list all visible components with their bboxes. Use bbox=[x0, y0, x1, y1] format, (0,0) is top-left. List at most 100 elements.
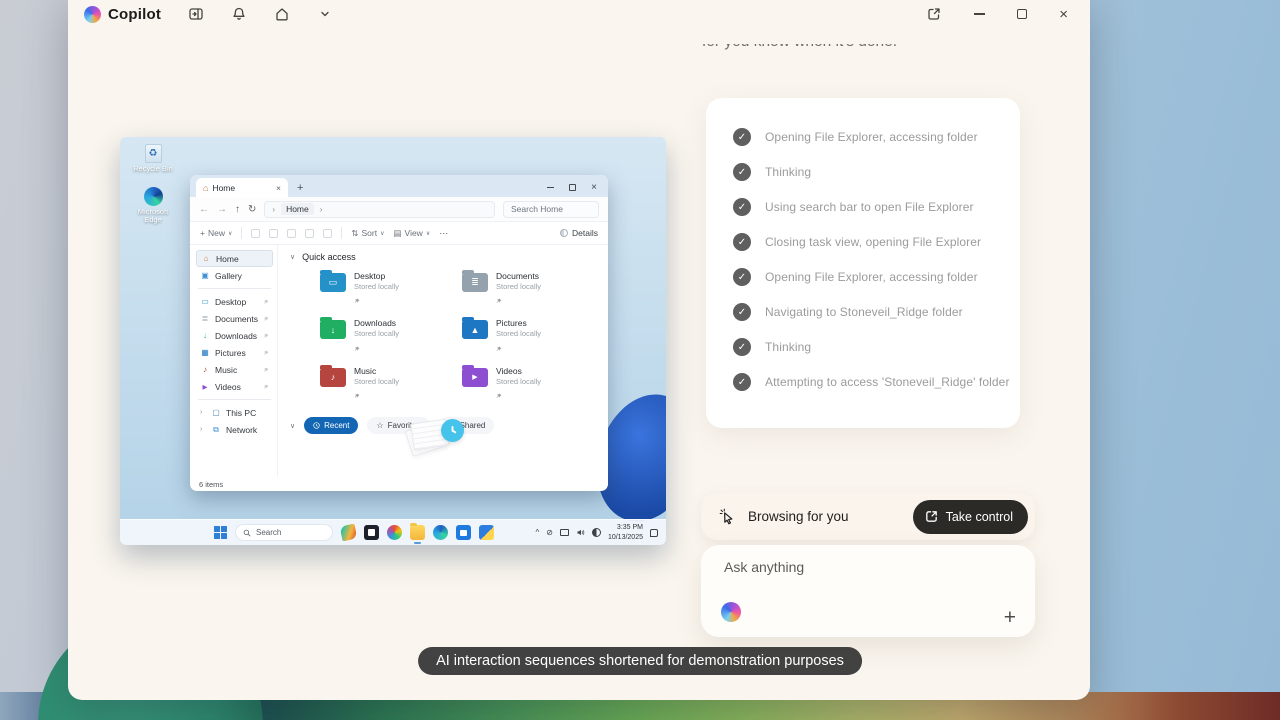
pin-icon bbox=[354, 393, 360, 399]
sidebar-item-desktop: ▭ Desktop bbox=[196, 293, 273, 310]
sidebar-item-pictures: ▦ Pictures bbox=[196, 344, 273, 361]
check-icon: ✓ bbox=[733, 163, 751, 181]
explorer-minimize bbox=[547, 187, 554, 188]
tray-status-icon: ⊘ bbox=[546, 528, 553, 537]
tab-home-icon: ⌂ bbox=[203, 183, 208, 193]
file-explorer-window: ⌂ Home × + × ← → ↑ ↻ bbox=[190, 175, 608, 491]
check-icon: ✓ bbox=[733, 268, 751, 286]
task-step: ✓ Navigating to Stoneveil_Ridge folder bbox=[733, 303, 998, 321]
pin-icon bbox=[496, 393, 502, 399]
clock-badge-icon bbox=[441, 419, 464, 442]
cut-icon bbox=[251, 229, 260, 238]
copilot-logo-icon bbox=[84, 6, 101, 23]
notification-center-icon bbox=[650, 529, 658, 537]
sort-menu: ⇅ Sort ∨ bbox=[351, 228, 384, 239]
composer-card: + bbox=[701, 545, 1035, 637]
maximize-button[interactable] bbox=[1017, 9, 1027, 19]
speaker-icon bbox=[576, 528, 585, 537]
sidebar-toggle-icon[interactable] bbox=[187, 6, 204, 23]
qa-videos: ▶ VideosStored locally bbox=[462, 366, 598, 404]
quick-access-header: ∨ Quick access bbox=[290, 252, 598, 262]
explorer-window-controls: × bbox=[547, 183, 600, 193]
breadcrumb: Home bbox=[281, 203, 314, 215]
delete-icon bbox=[323, 229, 332, 238]
pin-icon bbox=[263, 384, 269, 390]
battery-icon bbox=[592, 528, 601, 537]
details-toggle-icon bbox=[560, 229, 568, 237]
edge-taskbar-icon bbox=[433, 525, 448, 540]
sidebar-item-this-pc: › ▢ This PC bbox=[196, 404, 273, 421]
task-step: ✓ Closing task view, opening File Explor… bbox=[733, 233, 998, 251]
copilot-window: Copilot × for you bbox=[68, 0, 1090, 700]
check-icon: ✓ bbox=[733, 128, 751, 146]
pin-icon bbox=[263, 367, 269, 373]
minimize-button[interactable] bbox=[974, 13, 985, 14]
caption-pill: AI interaction sequences shortened for d… bbox=[418, 647, 862, 675]
agent-status-label: Browsing for you bbox=[748, 509, 849, 524]
check-icon: ✓ bbox=[733, 303, 751, 321]
sidebar-item-downloads: ↓ Downloads bbox=[196, 327, 273, 344]
qa-downloads: ↓ DownloadsStored locally bbox=[320, 318, 456, 356]
task-view-icon bbox=[364, 525, 379, 540]
qa-music: ♪ MusicStored locally bbox=[320, 366, 456, 404]
attach-plus-button[interactable]: + bbox=[1004, 607, 1016, 628]
system-tray: ^ ⊘ 3:35 PM 10/13/2025 bbox=[535, 523, 658, 542]
explorer-search-box: Search Home bbox=[503, 201, 599, 218]
clock-icon bbox=[313, 422, 320, 429]
paint-app-icon bbox=[340, 524, 358, 542]
check-icon: ✓ bbox=[733, 198, 751, 216]
take-control-icon bbox=[924, 509, 939, 524]
pin-icon bbox=[263, 333, 269, 339]
videos-folder-icon: ▶ bbox=[462, 368, 488, 387]
m365-app-icon bbox=[479, 525, 494, 540]
downloads-folder-icon: ↓ bbox=[320, 320, 346, 339]
taskbar: Search ^ ⊘ 3:35 PM bbox=[120, 519, 666, 545]
edge-shortcut: Microsoft Edge bbox=[130, 187, 176, 225]
sidebar-item-documents: ≣ Documents bbox=[196, 310, 273, 327]
pin-icon bbox=[263, 299, 269, 305]
photos-app-icon bbox=[387, 525, 402, 540]
agent-steps-card: ✓ Opening File Explorer, accessing folde… bbox=[706, 98, 1020, 428]
agent-status-bar: Browsing for you Take control bbox=[701, 493, 1035, 540]
share-screen-icon[interactable] bbox=[925, 6, 942, 23]
qa-desktop: ▭ DesktopStored locally bbox=[320, 271, 456, 309]
desktop-preview: ♻ Recycle Bin Microsoft Edge ⌂ Home × + bbox=[120, 137, 666, 545]
pin-icon bbox=[263, 316, 269, 322]
explorer-sidebar: ⌂ Home ▣ Gallery ▭ Desktop bbox=[190, 245, 278, 477]
copilot-titlebar: Copilot × bbox=[68, 2, 1090, 26]
ask-anything-input[interactable] bbox=[724, 559, 1015, 575]
start-button-icon bbox=[214, 526, 227, 539]
task-step: ✓ Attempting to access 'Stoneveil_Ridge'… bbox=[733, 373, 998, 391]
cursor-sparkle-icon bbox=[719, 508, 736, 525]
copilot-logo-icon bbox=[721, 602, 741, 622]
task-step: ✓ Using search bar to open File Explorer bbox=[733, 198, 998, 216]
sidebar-item-home: ⌂ Home bbox=[196, 250, 273, 267]
search-icon bbox=[243, 529, 251, 537]
take-control-button[interactable]: Take control bbox=[913, 500, 1028, 534]
sidebar-item-music: ♪ Music bbox=[196, 361, 273, 378]
edge-icon bbox=[144, 187, 163, 206]
recycle-bin-icon: ♻ bbox=[145, 144, 162, 163]
pin-icon bbox=[496, 298, 502, 304]
pin-icon bbox=[496, 346, 502, 352]
forward-icon: → bbox=[217, 204, 227, 215]
app-title: Copilot bbox=[108, 6, 161, 23]
desktop-folder-icon: ▭ bbox=[320, 273, 346, 292]
explorer-status-bar: 6 items bbox=[190, 477, 608, 491]
chevron-down-icon[interactable] bbox=[316, 6, 333, 23]
notifications-bell-icon[interactable] bbox=[230, 6, 247, 23]
tray-display-icon bbox=[560, 529, 569, 536]
explorer-maximize bbox=[569, 184, 576, 191]
explorer-main-pane: ∨ Quick access ▭ DesktopStored locally ≣ bbox=[278, 245, 608, 477]
up-icon: ↑ bbox=[235, 204, 240, 215]
refresh-icon: ↻ bbox=[248, 204, 256, 215]
music-folder-icon: ♪ bbox=[320, 368, 346, 387]
close-button[interactable]: × bbox=[1059, 7, 1068, 22]
home-icon[interactable] bbox=[273, 6, 290, 23]
explorer-tab-home: ⌂ Home × bbox=[196, 178, 288, 197]
sidebar-item-gallery: ▣ Gallery bbox=[196, 267, 273, 284]
details-toggle: Details bbox=[560, 228, 598, 238]
pin-icon bbox=[354, 298, 360, 304]
explorer-nav-bar: ← → ↑ ↻ › Home › Search Home bbox=[190, 197, 608, 222]
view-menu: ▤ View ∨ bbox=[394, 228, 431, 239]
